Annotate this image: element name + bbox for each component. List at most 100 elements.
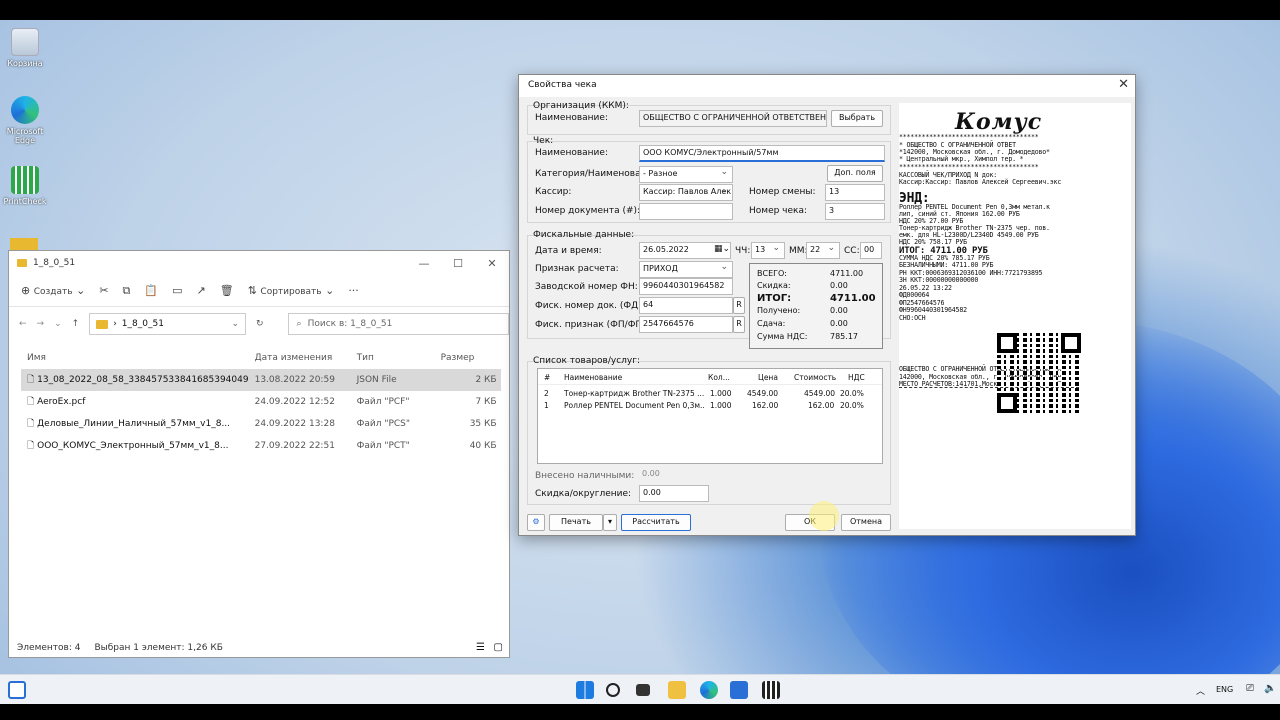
chevron-up-icon[interactable]: ︿ xyxy=(1196,684,1205,697)
refresh-icon[interactable]: ↻ xyxy=(256,319,264,329)
minute-select[interactable]: 22 xyxy=(806,242,840,259)
file-icon: 🗋 xyxy=(27,397,35,407)
field-label: Номер смены: xyxy=(749,187,816,197)
file-row[interactable]: 🗋 ООО_КОМУС_Электронный_57мм_v1_8... 27.… xyxy=(21,435,501,457)
table-row[interactable]: 2 Тонер-картридж Brother TN-2375 ... 1.0… xyxy=(538,389,882,401)
search-icon[interactable] xyxy=(606,683,620,697)
minimize-icon[interactable]: — xyxy=(407,257,441,270)
cut-icon[interactable]: ✂ xyxy=(99,284,108,297)
column-size[interactable]: Размер xyxy=(435,347,501,369)
hour-select[interactable]: 13 xyxy=(751,242,785,259)
back-icon[interactable]: ← xyxy=(19,319,27,329)
copy-icon[interactable]: ⧉ xyxy=(123,284,131,298)
desktop-icon-label: Корзина xyxy=(7,59,43,68)
desktop-icon-printcheck[interactable]: PrintCheck xyxy=(0,166,50,206)
cashier-select[interactable]: Кассир: Павлов Алек xyxy=(639,184,733,201)
table-row[interactable]: 1 Роллер PENTEL Document Pen 0,3м... 1.0… xyxy=(538,401,882,413)
print-button[interactable]: Печать xyxy=(549,514,603,531)
close-icon[interactable]: ✕ xyxy=(1118,77,1129,92)
search-icon: ⌕ xyxy=(296,319,302,329)
fp-generate-button[interactable]: R xyxy=(733,316,745,333)
edge-icon[interactable] xyxy=(700,681,718,699)
address-bar[interactable]: › 1_8_0_51 ⌄ xyxy=(89,313,246,335)
chevron-down-icon[interactable]: ⌄ xyxy=(231,319,239,329)
category-select[interactable]: - Разное xyxy=(639,166,733,183)
more-button[interactable]: ··· xyxy=(348,284,359,297)
calc-type-select[interactable]: ПРИХОД xyxy=(639,261,733,278)
rounding-input[interactable]: 0.00 xyxy=(639,485,709,502)
check-number-input[interactable]: 3 xyxy=(825,203,885,220)
calculate-button[interactable]: Рассчитать xyxy=(621,514,691,531)
close-icon[interactable]: ✕ xyxy=(475,257,509,270)
org-name-field[interactable]: ОБЩЕСТВО С ОГРАНИЧЕННОЙ ОТВЕТСТВЕННОСТЬЮ xyxy=(639,110,827,127)
desktop-icon-recycle-bin[interactable]: Корзина xyxy=(0,28,50,68)
column-header[interactable]: # xyxy=(544,373,550,382)
tiles-view-icon[interactable]: ▢ xyxy=(494,642,503,653)
check-name-input[interactable]: ООО КОМУС/Электронный/57мм xyxy=(639,145,885,162)
cancel-button[interactable]: Отмена xyxy=(841,514,891,531)
field-label: Заводской номер ФН: xyxy=(535,282,638,292)
fn-number-input[interactable]: 9960440301964582 xyxy=(639,278,733,295)
file-row[interactable]: 🗋 AeroEx.pcf 24.09.2022 12:52 Файл "PCF"… xyxy=(21,391,501,413)
second-input[interactable]: 00 xyxy=(860,242,882,259)
speaker-icon[interactable]: 🔈 xyxy=(1264,683,1276,694)
letterbox-bottom xyxy=(0,704,1280,720)
desktop-icon-label: Microsoft Edge xyxy=(6,127,44,145)
group-label: Чек: xyxy=(533,136,554,146)
receipt-line: СНО:ОСН xyxy=(899,314,926,322)
column-header[interactable]: НДС xyxy=(848,373,865,382)
print-dropdown-icon[interactable]: ▾ xyxy=(603,514,617,531)
create-button[interactable]: ⊕ Создать ⌄ xyxy=(21,284,85,297)
fp-input[interactable]: 2547664576 xyxy=(639,316,733,333)
delete-icon[interactable]: 🗑 xyxy=(220,284,234,297)
document-number-input[interactable] xyxy=(639,203,733,220)
row-number: 1 xyxy=(544,401,549,410)
language-indicator[interactable]: ENG xyxy=(1216,685,1233,694)
file-explorer-icon[interactable] xyxy=(668,681,686,699)
column-header[interactable]: Цена xyxy=(758,373,778,382)
column-date[interactable]: Дата изменения xyxy=(249,347,351,369)
rename-icon[interactable]: ▭ xyxy=(172,284,182,297)
sort-button[interactable]: ⇅ Сортировать ⌄ xyxy=(248,284,335,297)
column-header[interactable]: Наименование xyxy=(564,373,622,382)
field-label: Скидка/округление: xyxy=(535,489,632,499)
file-list-header: Имя Дата изменения Тип Размер xyxy=(21,347,501,369)
receipt-line: Кассир:Кассир: Павлов Алексей Сергеевич.… xyxy=(899,178,1062,186)
receipt-logo: Комус xyxy=(955,109,1043,135)
calendar-icon[interactable]: ▦⌄ xyxy=(714,244,730,254)
file-row[interactable]: 🗋 Деловые_Линии_Наличный_57мм_v1_8... 24… xyxy=(21,413,501,435)
desktop-icon-edge[interactable]: Microsoft Edge xyxy=(0,96,50,145)
network-icon[interactable]: ⎚ xyxy=(1246,683,1254,694)
details-view-icon[interactable]: ☰ xyxy=(476,642,485,653)
up-icon[interactable]: ↑ xyxy=(72,319,80,329)
extra-fields-button[interactable]: Доп. поля xyxy=(827,165,883,182)
start-icon[interactable] xyxy=(576,681,594,699)
field-label: Номер чека: xyxy=(749,206,808,216)
choose-button[interactable]: Выбрать xyxy=(831,110,883,127)
column-header[interactable]: Стоимость xyxy=(794,373,836,382)
task-view-icon[interactable] xyxy=(636,684,650,696)
store-icon[interactable] xyxy=(730,681,748,699)
search-input[interactable]: ⌕ Поиск в: 1_8_0_51 xyxy=(287,313,509,335)
status-bar: Элементов: 4 Выбран 1 элемент: 1,26 КБ xyxy=(17,643,223,653)
paste-icon[interactable]: 📋 xyxy=(144,284,158,297)
chevron-down-icon[interactable]: ⌄ xyxy=(54,319,62,329)
folder-icon xyxy=(17,259,27,267)
widgets-icon[interactable] xyxy=(8,681,26,699)
fd-number-input[interactable]: 64 xyxy=(639,297,733,314)
column-name[interactable]: Имя xyxy=(21,347,249,369)
group-label: Список товаров/услуг: xyxy=(533,356,641,366)
printcheck-icon[interactable] xyxy=(762,681,780,699)
maximize-icon[interactable]: ☐ xyxy=(441,257,475,270)
vat-label: Сумма НДС: xyxy=(757,332,808,341)
shift-number-input[interactable]: 13 xyxy=(825,184,885,201)
forward-icon[interactable]: → xyxy=(37,319,45,329)
settings-icon[interactable]: ⚙ xyxy=(527,514,545,531)
file-row[interactable]: 🗋 13_08_2022_08_58_338457533841685394049… xyxy=(21,369,501,391)
field-label: Кассир: xyxy=(535,187,572,197)
fd-generate-button[interactable]: R xyxy=(733,297,745,314)
share-icon[interactable]: ↗ xyxy=(197,284,206,297)
column-type[interactable]: Тип xyxy=(351,347,435,369)
column-header[interactable]: Кол... xyxy=(708,373,730,382)
vat-value: 785.17 xyxy=(830,332,858,341)
